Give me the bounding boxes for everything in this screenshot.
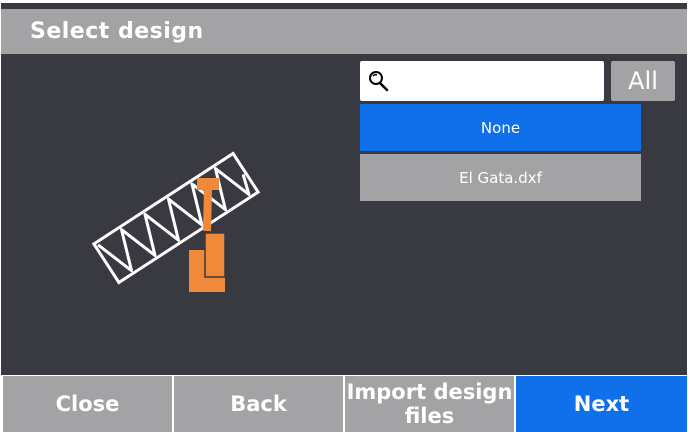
search-input[interactable] [396, 67, 600, 97]
list-item-none[interactable]: None [360, 104, 641, 151]
footer-bar: Close Back Import design files Next [1, 375, 687, 432]
back-button[interactable]: Back [174, 376, 343, 432]
list-item-el-gata[interactable]: El Gata.dxf [360, 154, 641, 201]
search-icon [369, 71, 389, 92]
design-preview [91, 151, 261, 292]
page-title: Select design [30, 19, 204, 44]
close-button[interactable]: Close [3, 376, 172, 432]
design-select-screen: Select design All None El Gata.dxf Close… [1, 3, 687, 432]
filter-all-button[interactable]: All [611, 61, 675, 101]
title-bar: Select design [1, 9, 687, 54]
next-button[interactable]: Next [516, 376, 687, 432]
import-design-files-button[interactable]: Import design files [345, 376, 514, 432]
search-field[interactable] [360, 61, 604, 101]
